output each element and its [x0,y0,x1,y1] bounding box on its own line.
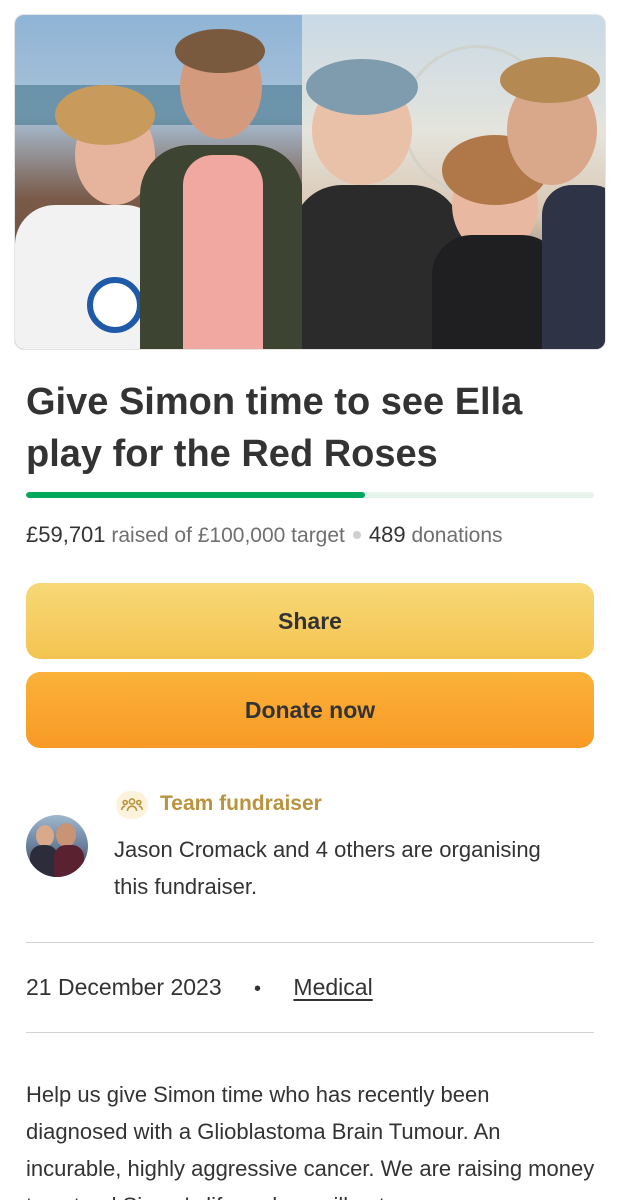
team-fundraiser-label: Team fundraiser [160,792,322,815]
category-link-medical[interactable]: Medical [293,974,372,1000]
donation-stats: £59,701 raised of £100,000 target 489 don… [26,520,503,551]
campaign-photo-right [302,15,605,349]
donate-now-button[interactable]: Donate now [26,672,594,748]
team-icon [116,791,148,819]
donations-label: donations [411,524,503,547]
share-button[interactable]: Share [26,583,594,659]
organiser-avatar[interactable] [26,815,88,877]
campaign-title: Give Simon time to see Ella play for the… [26,381,523,475]
donation-progress-fill [26,492,366,498]
created-date: 21 December 2023 [26,974,222,1000]
campaign-hero-image[interactable] [14,14,606,350]
campaign-photo-left [15,15,303,349]
donation-progress-bar [26,492,594,498]
divider-top [26,942,594,943]
campaign-meta: 21 December 2023 • Medical [26,974,373,1001]
meta-separator: • [254,978,262,1000]
raised-amount: £59,701 [26,522,106,547]
divider-bottom [26,1032,594,1033]
donation-count: 489 [368,522,406,547]
campaign-story: Help us give Simon time who has recently… [26,1082,595,1200]
raised-target-text: raised of £100,000 target [111,524,345,547]
stats-separator-dot [352,530,361,539]
organisers-description: Jason Cromack and 4 others are organisin… [114,837,541,899]
